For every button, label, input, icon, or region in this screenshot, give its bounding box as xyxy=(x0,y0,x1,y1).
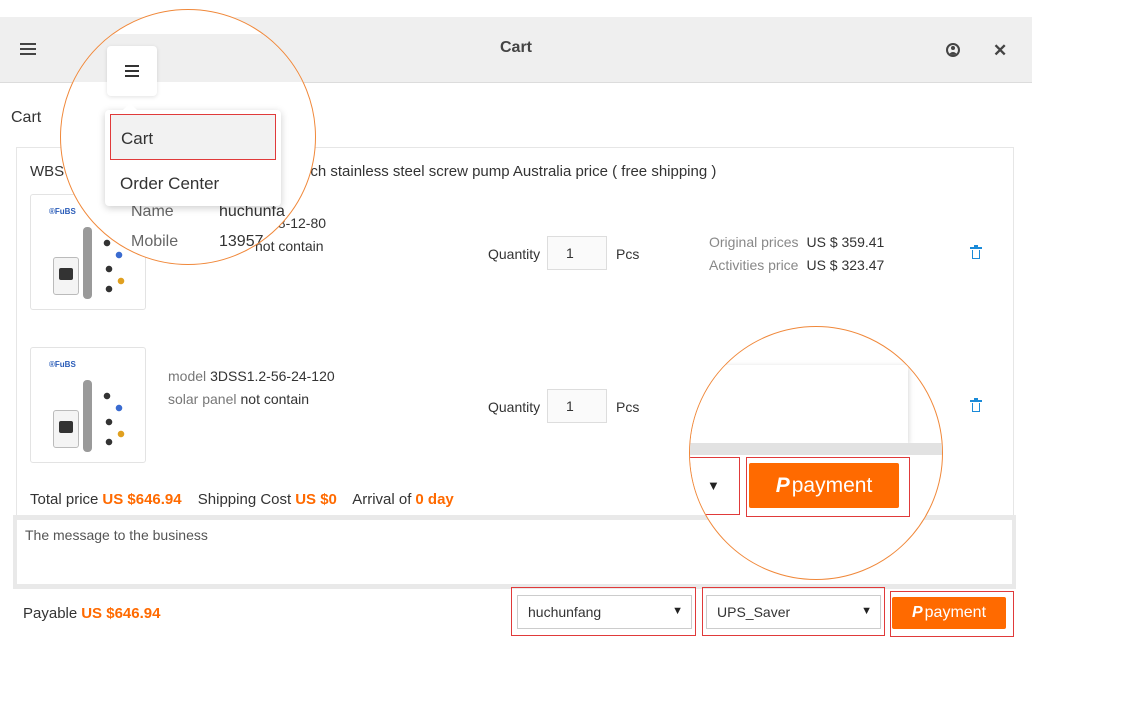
model-label: model xyxy=(168,368,207,384)
dropdown-arrow-icon: ▼ xyxy=(861,605,872,617)
zoomed-divider xyxy=(690,443,942,455)
arrival-label: Arrival of xyxy=(352,491,412,508)
payable-value: US $646.94 xyxy=(81,605,161,622)
payable-label: Payable xyxy=(23,605,78,622)
pump-image xyxy=(83,227,92,299)
quantity-label: Quantity xyxy=(488,246,541,262)
zoomed-payment-button[interactable]: Ppayment xyxy=(749,463,899,508)
brand-logo: ®FuBS xyxy=(49,207,76,216)
zoomed-mobile-row: Mobile 13957 xyxy=(131,233,264,251)
product-thumbnail[interactable]: ®FuBS xyxy=(30,347,146,463)
activity-price: Activities price US $ 323.47 xyxy=(709,257,884,273)
item-model: model 3DSS1.2-56-24-120 xyxy=(168,368,335,384)
shipping-cost-label: Shipping Cost xyxy=(197,491,292,508)
solar-label: solar panel xyxy=(168,391,237,407)
zoomed-mobile-label: Mobile xyxy=(131,233,179,250)
payable: Payable US $646.94 xyxy=(23,605,160,622)
shipping-cost-value: US $0 xyxy=(295,491,337,508)
payment-label: payment xyxy=(924,604,987,621)
activity-price-value: US $ 323.47 xyxy=(806,257,885,273)
dropdown-menu: Cart Order Center xyxy=(105,103,281,206)
pump-image xyxy=(83,380,92,452)
quantity-label: Quantity xyxy=(488,399,541,415)
model-value: 3DSS1.2-56-24-120 xyxy=(210,368,335,384)
menu-item-order-center[interactable]: Order Center xyxy=(105,160,281,206)
zoom-callout-menu: Name huchunfa Mobile 13957 Cart Order Cent… xyxy=(60,9,316,265)
brand-logo: ®FuBS xyxy=(49,360,76,369)
original-price: Original prices US $ 359.41 xyxy=(709,234,884,250)
total-price-label: Total price xyxy=(30,491,99,508)
order-totals: Total price US $646.94 Shipping Cost US $0… xyxy=(30,491,466,508)
address-select[interactable]: huchunfang ▼ xyxy=(517,595,692,629)
delete-icon[interactable] xyxy=(970,245,982,260)
user-icon[interactable] xyxy=(946,43,960,57)
dropdown-arrow-icon: ▼ xyxy=(707,478,720,493)
dropdown-arrow-icon: ▼ xyxy=(672,605,683,617)
total-price-value: US $646.94 xyxy=(102,491,182,508)
order-title-prefix: WBS xyxy=(30,163,65,180)
shipping-method-select[interactable]: UPS_Saver ▼ xyxy=(706,595,881,629)
section-label: Cart xyxy=(11,109,42,126)
original-price-value: US $ 359.41 xyxy=(806,234,885,250)
zoomed-top-bar xyxy=(61,34,315,82)
accessories-image xyxy=(101,388,127,448)
address-select-value: huchunfang xyxy=(528,604,602,620)
original-price-label: Original prices xyxy=(709,234,799,250)
menu-item-cart[interactable]: Cart xyxy=(110,114,276,160)
quantity-unit: Pcs xyxy=(616,246,640,262)
order-title-rest: nch stainless steel screw pump Australia… xyxy=(302,163,717,180)
item-solar-value: not contain xyxy=(255,238,324,254)
payment-button[interactable]: Ppayment xyxy=(892,597,1006,629)
controller-image xyxy=(53,257,79,295)
controller-image xyxy=(53,410,79,448)
paypal-icon: P xyxy=(911,604,923,621)
item-solar: solar panel not contain xyxy=(168,391,309,407)
activity-price-label: Activities price xyxy=(709,257,799,273)
zoomed-mobile-value: 13957 xyxy=(219,233,264,250)
quantity-unit: Pcs xyxy=(616,399,640,415)
order-title: WBS nch stainless steel screw pump Austr… xyxy=(30,163,716,180)
zoomed-payment-label: payment xyxy=(791,474,873,497)
shipping-select-value: UPS_Saver xyxy=(717,604,791,620)
delete-icon[interactable] xyxy=(970,398,982,413)
zoomed-panel xyxy=(690,365,908,443)
paypal-icon: P xyxy=(775,474,790,497)
zoom-callout-payment: ▼ Ppayment xyxy=(689,326,943,580)
zoomed-menu-button[interactable] xyxy=(107,46,157,96)
quantity-input[interactable] xyxy=(547,389,607,423)
close-icon[interactable]: ✕ xyxy=(993,41,1007,61)
zoomed-shipping-select[interactable]: ▼ xyxy=(690,457,740,515)
arrival-value: 0 day xyxy=(415,491,454,508)
solar-value: not contain xyxy=(240,391,310,407)
quantity-input[interactable] xyxy=(547,236,607,270)
